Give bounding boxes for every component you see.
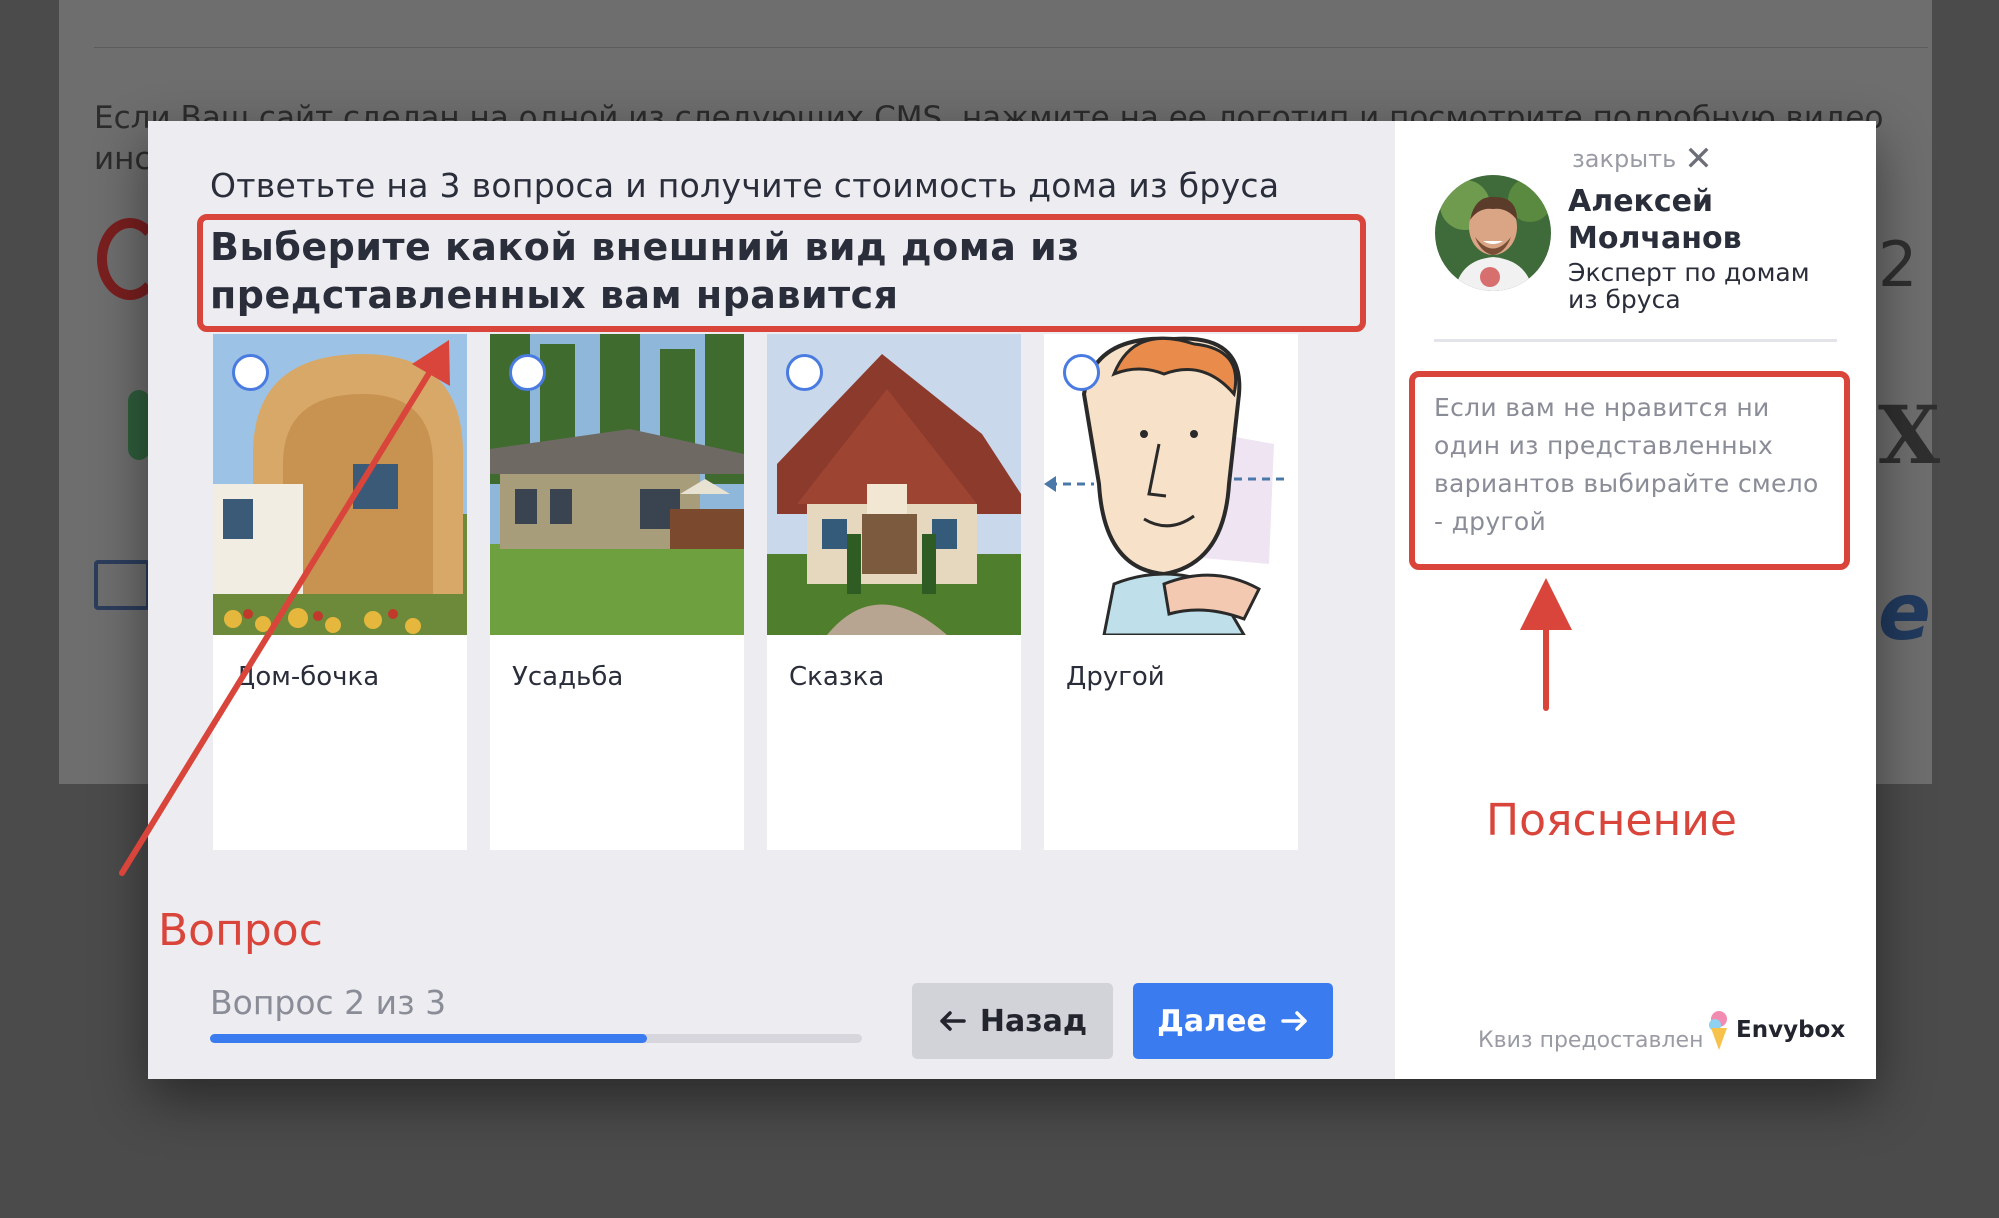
option-fairytale[interactable]: Сказка <box>767 334 1021 850</box>
option-manor[interactable]: Усадьба <box>490 334 744 850</box>
progress-label: Вопрос 2 из 3 <box>210 983 447 1022</box>
envybox-brand: Envybox <box>1736 1017 1846 1043</box>
back-button[interactable]: Назад <box>912 983 1113 1059</box>
radio-option-4[interactable] <box>1063 354 1100 391</box>
next-button[interactable]: Далее <box>1133 983 1333 1059</box>
background-divider <box>94 47 1928 48</box>
option-label: Другой <box>1066 662 1165 692</box>
option-label: Дом-бочка <box>235 662 380 692</box>
cms-logo-green-icon <box>128 390 150 460</box>
close-icon: ✕ <box>1684 139 1713 179</box>
sidebar-divider <box>1434 339 1837 342</box>
arrow-right-icon <box>1281 1011 1307 1031</box>
hint-annotation-box <box>1409 371 1850 570</box>
hint-annotation-label: Пояснение <box>1486 795 1737 846</box>
provided-by-text: Квиз предоставлен <box>1478 1028 1704 1053</box>
arrow-left-icon <box>940 1011 966 1031</box>
progress-bar <box>210 1034 862 1043</box>
back-button-label: Назад <box>979 1003 1088 1039</box>
close-label: закрыть <box>1572 145 1677 173</box>
close-button[interactable]: закрыть ✕ <box>1572 139 1713 179</box>
option-other[interactable]: Другой <box>1044 334 1298 850</box>
question-annotation-box <box>197 214 1366 332</box>
option-label: Сказка <box>789 662 885 692</box>
quiz-lead-text: Ответьте на 3 вопроса и получите стоимос… <box>210 166 1280 205</box>
cms-logo-e-icon: e <box>1878 568 1931 658</box>
cms-logo-chart-icon <box>94 560 150 610</box>
expert-name: Алексей Молчанов <box>1568 184 1742 256</box>
ice-cream-icon <box>1709 1011 1727 1050</box>
cms-logo-x-icon: X <box>1878 388 1941 482</box>
envybox-logo[interactable]: Envybox <box>1708 1010 1845 1050</box>
option-barrel-house[interactable]: Дом-бочка <box>213 334 467 850</box>
radio-option-2[interactable] <box>509 354 546 391</box>
next-button-label: Далее <box>1157 1003 1267 1039</box>
radio-option-1[interactable] <box>232 354 269 391</box>
cms-logo-2-icon: 2 <box>1878 228 1918 301</box>
progress-bar-fill <box>210 1034 647 1043</box>
option-label: Усадьба <box>512 662 624 692</box>
radio-option-3[interactable] <box>786 354 823 391</box>
question-annotation-label: Вопрос <box>158 905 323 956</box>
expert-role: Эксперт по домам из бруса <box>1568 258 1810 314</box>
avatar <box>1435 175 1551 291</box>
